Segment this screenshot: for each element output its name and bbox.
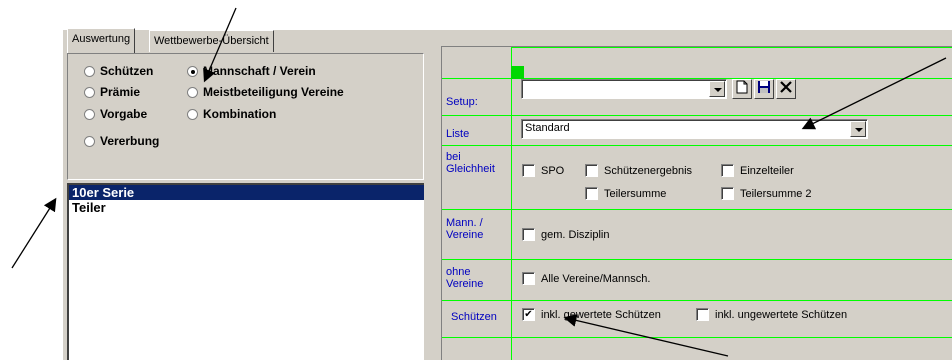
status-indicator bbox=[511, 66, 524, 79]
radio-schuetzen[interactable]: Schützen bbox=[84, 64, 153, 78]
radio-vorgabe[interactable]: Vorgabe bbox=[84, 107, 147, 121]
checkbox-teilersumme-2[interactable]: Teilersumme 2 bbox=[721, 187, 812, 200]
checkbox-teilersumme[interactable]: Teilersumme bbox=[585, 187, 666, 200]
new-document-button[interactable] bbox=[732, 79, 752, 99]
delete-x-icon bbox=[780, 81, 792, 93]
grid-line bbox=[511, 47, 512, 360]
setup-label: Setup: bbox=[446, 96, 478, 108]
checkbox-spo[interactable]: SPO bbox=[522, 164, 564, 177]
checkbox-icon bbox=[585, 187, 598, 200]
checkbox-icon bbox=[696, 308, 709, 321]
grid-line bbox=[442, 209, 952, 210]
tab-auswertung[interactable]: Auswertung bbox=[67, 28, 136, 53]
liste-select[interactable]: Standard bbox=[521, 119, 868, 139]
radio-button-icon bbox=[84, 86, 95, 98]
checkbox-schuetzenergebnis[interactable]: Schützenergebnis bbox=[585, 164, 692, 177]
checkbox-icon bbox=[522, 228, 535, 241]
checkbox-inkl-gewertete[interactable]: ✔ inkl. gewertete Schützen bbox=[522, 308, 661, 321]
evaluation-type-panel: Schützen Mannschaft / Verein Prämie Meis… bbox=[67, 53, 424, 180]
chevron-down-icon[interactable] bbox=[850, 121, 866, 137]
checkbox-alle-vereine[interactable]: Alle Vereine/Mannsch. bbox=[522, 272, 650, 285]
checkbox-icon bbox=[721, 187, 734, 200]
checkbox-icon bbox=[585, 164, 598, 177]
checkbox-inkl-ungewertete[interactable]: inkl. ungewertete Schützen bbox=[696, 308, 847, 321]
radio-button-icon bbox=[187, 86, 198, 98]
radio-praemie[interactable]: Prämie bbox=[84, 85, 140, 99]
list-item-10er-serie[interactable]: 10er Serie bbox=[69, 185, 424, 200]
radio-button-selected-icon bbox=[187, 65, 198, 77]
checkbox-einzelteiler[interactable]: Einzelteiler bbox=[721, 164, 794, 177]
schuetzen-label: Schützen bbox=[451, 311, 497, 323]
checkbox-icon bbox=[721, 164, 734, 177]
radio-vererbung[interactable]: Vererbung bbox=[84, 134, 159, 148]
checkbox-icon bbox=[522, 164, 535, 177]
discipline-list[interactable]: 10er Serie Teiler bbox=[67, 183, 424, 360]
delete-button[interactable] bbox=[776, 79, 796, 99]
radio-button-icon bbox=[84, 135, 95, 147]
grid-line bbox=[442, 300, 952, 301]
grid-line bbox=[511, 47, 952, 48]
liste-label: Liste bbox=[446, 128, 470, 140]
bei-gleichheit-label: bei Gleichheit bbox=[446, 151, 495, 175]
grid-line bbox=[442, 145, 952, 146]
new-document-icon bbox=[736, 80, 748, 94]
settings-window: Setup: Liste bei Gleichheit Mann. / Vere… bbox=[436, 30, 952, 360]
annotation-arrow bbox=[11, 197, 57, 269]
radio-mannschaft-verein[interactable]: Mannschaft / Verein bbox=[187, 64, 316, 78]
mann-vereine-label: Mann. / Vereine bbox=[446, 217, 484, 241]
grid-line bbox=[442, 337, 952, 338]
save-disk-icon bbox=[758, 81, 770, 93]
radio-button-icon bbox=[187, 108, 198, 120]
grid-line bbox=[442, 259, 952, 260]
radio-meistbeteiligung[interactable]: Meistbeteiligung Vereine bbox=[187, 85, 344, 99]
save-button[interactable] bbox=[754, 79, 774, 99]
chevron-down-icon[interactable] bbox=[709, 81, 725, 97]
checkbox-gem-disziplin[interactable]: gem. Disziplin bbox=[522, 228, 609, 241]
tab-wettbewerbe-uebersicht[interactable]: Wettbewerbe-Übersicht bbox=[149, 30, 274, 52]
checkbox-icon bbox=[522, 272, 535, 285]
setup-select[interactable] bbox=[521, 79, 727, 99]
list-item-teiler[interactable]: Teiler bbox=[69, 200, 424, 215]
radio-button-icon bbox=[84, 108, 95, 120]
checkmark-icon: ✔ bbox=[522, 308, 535, 321]
evaluation-window: Auswertung Wettbewerbe-Übersicht Schütze… bbox=[62, 28, 436, 360]
radio-button-icon bbox=[84, 65, 95, 77]
radio-kombination[interactable]: Kombination bbox=[187, 107, 276, 121]
ohne-vereine-label: ohne Vereine bbox=[446, 266, 484, 290]
grid-line bbox=[442, 115, 952, 116]
